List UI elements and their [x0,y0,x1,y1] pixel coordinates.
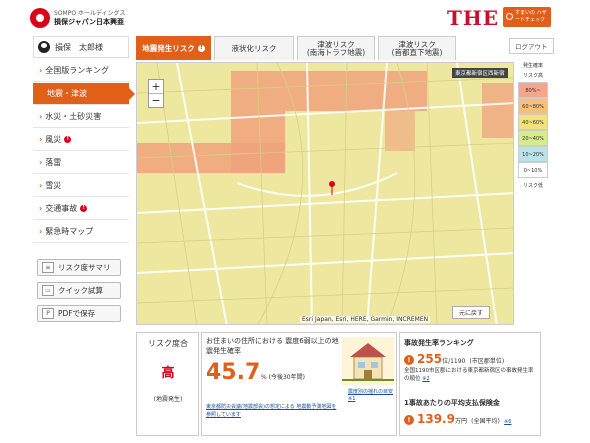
map-canvas [137,63,513,324]
risk-summary-button[interactable]: ≡ リスク度サマリ [37,259,121,276]
brand-name: 損保ジャパン日本興亜 [54,18,124,26]
legend-band-0: 0~10% [518,162,548,178]
ranking-title: 事故発生率ランキング [404,339,474,347]
pdf-save-button[interactable]: P PDFで保存 [37,305,121,322]
user-row: 損保 太郎様 [33,36,129,58]
payout-unit: 万円 [454,418,467,425]
logout-button[interactable]: ログアウト [509,38,554,54]
sidebar-item-label: 水災・土砂災害 [45,112,102,121]
sidebar-item-ranking[interactable]: › 全国版ランキング [33,60,129,82]
ranking-description: 全国1190市区郡における東京都新宿区の事故発生率の順位 ※2 [404,367,536,383]
calculator-icon: ▭ [42,285,54,296]
warning-icon: ! [80,205,88,212]
payout-value: 139.9 [417,412,455,426]
legend-band-20: 20~40% [518,130,548,146]
chevron-right-icon: › [39,227,43,236]
intensity-guide-link[interactable]: 震度別の揺れの目安 ※1 [348,389,394,403]
tab-liquefaction-risk[interactable]: 液状化リスク [214,36,294,60]
legend-high-label: リスク高 [522,73,543,79]
sidebar-item-label: 落雷 [45,158,62,167]
hazard-check-badge: すまいの ハザードチェック [503,7,551,27]
sidebar-item-label: 交通事故 [45,204,78,213]
sidebar-item-label: 全国版ランキング [45,66,110,75]
risk-level-title: リスク度合 [148,339,188,348]
chevron-right-icon: › [39,181,43,190]
tab-label: 液状化リスク [231,43,277,53]
tab-label: 地震発生リスク [142,43,195,53]
map-attribution: Esri Japan, Esri, HERE, Garmin, INCREMEN [300,316,431,323]
chevron-right-icon: › [39,158,43,167]
user-icon [38,41,50,53]
sidebar-item-earthquake[interactable]: 地震・津波 [33,83,135,105]
sidebar-item-label: 緊急時マップ [45,227,94,236]
map-zoom-control: + − [148,79,164,108]
zoom-out-button[interactable]: − [149,94,163,107]
legend-band-80: 80%~ [518,82,548,98]
ranking-value-row: ! 255位/1190 (市区郡単位) [404,352,504,366]
ranking-value: 255 [417,352,443,366]
quick-estimate-button[interactable]: ▭ クイック試算 [37,282,121,299]
badge-text: すまいの ハザードチェック [515,10,547,23]
payout-scope: (全国平均) [471,418,500,425]
badge-circle-icon [506,13,513,20]
warning-icon: ! [64,136,72,143]
probability-value: 45.7 [206,360,261,385]
sompo-logo-icon [30,8,50,28]
sidebar-item-label: 地震・津波 [47,89,87,98]
house-illustration-icon [342,337,394,385]
button-label: PDFで保存 [58,309,96,318]
tab-label: 津波リスク (南海トラフ地震) [306,39,366,57]
legend-band-60: 60~80% [518,98,548,114]
chevron-right-icon: › [39,204,43,213]
legend-low-label: リスク低 [522,183,543,189]
ranking-unit: 位/1190 [442,358,466,365]
map-location-badge: 東京都新宿区西新宿 [452,68,508,78]
legend-band-40: 40~60% [518,114,548,130]
zoom-in-button[interactable]: + [149,80,163,94]
risk-legend: 発生確率 リスク高 80%~ 60~80% 40~60% 20~40% 10~2… [518,62,548,202]
map-reset-button[interactable]: 元に戻す [452,306,491,319]
legend-band-10: 10~20% [518,146,548,162]
tab-earthquake-risk[interactable]: 地震発生リスク! [136,36,211,60]
brand-subtitle: SOMPO ホールディングス [54,10,126,17]
sidebar-item-traffic[interactable]: › 交通事故! [33,198,129,220]
risk-level-sub: (地震発生) [153,396,183,403]
sidebar-item-emergency-map[interactable]: › 緊急時マップ [33,221,129,243]
tab-tsunami-nankai[interactable]: 津波リスク (南海トラフ地震) [297,36,375,60]
tab-label: 津波リスク (首都直下地震) [391,39,443,57]
warning-icon: ! [197,45,205,52]
sidebar-item-label: 雪災 [45,181,62,190]
tab-tsunami-capital[interactable]: 津波リスク (首都直下地震) [378,36,456,60]
payout-alert-icon: ! [404,415,414,425]
sidebar-item-lightning[interactable]: › 落雷 [33,152,129,174]
payout-title: 1事故あたりの平均支払保険金 [404,399,500,407]
risk-level-value: 高 [161,366,175,381]
ranking-scope: (市区郡単位) [469,358,505,365]
probability-source-link[interactable]: 東京都防災会議(地震部会)の想定による 地震動予測地図を参照しています [206,403,341,419]
probability-unit: % (今後30年間) [261,374,305,381]
ranking-alert-icon: ! [404,355,414,365]
user-name: 損保 太郎様 [55,42,103,52]
button-label: クイック試算 [58,286,103,295]
chevron-right-icon: › [39,66,43,75]
hazard-map[interactable] [136,62,514,325]
sidebar-item-label: 風災 [45,135,62,144]
payout-value-row: ! 139.9万円 (全国平均) ※6 [404,412,511,426]
the-logo: THE [447,6,500,30]
payout-note-link[interactable]: ※6 [504,419,511,425]
button-label: リスク度サマリ [58,263,111,272]
ranking-note-link[interactable]: ※2 [422,376,429,382]
sidebar-item-snow[interactable]: › 雪災 [33,175,129,197]
sidebar-item-wind[interactable]: › 風災! [33,129,129,151]
probability-description: お住まいの住所における 震度6弱以上の地震発生確率 [206,337,339,355]
sidebar-item-flood[interactable]: › 水災・土砂災害 [33,106,129,128]
pdf-icon: P [42,308,54,319]
chevron-right-icon: › [39,112,43,121]
chevron-right-icon: › [39,135,43,144]
list-icon: ≡ [42,262,54,273]
legend-title: 発生確率 [522,63,543,69]
